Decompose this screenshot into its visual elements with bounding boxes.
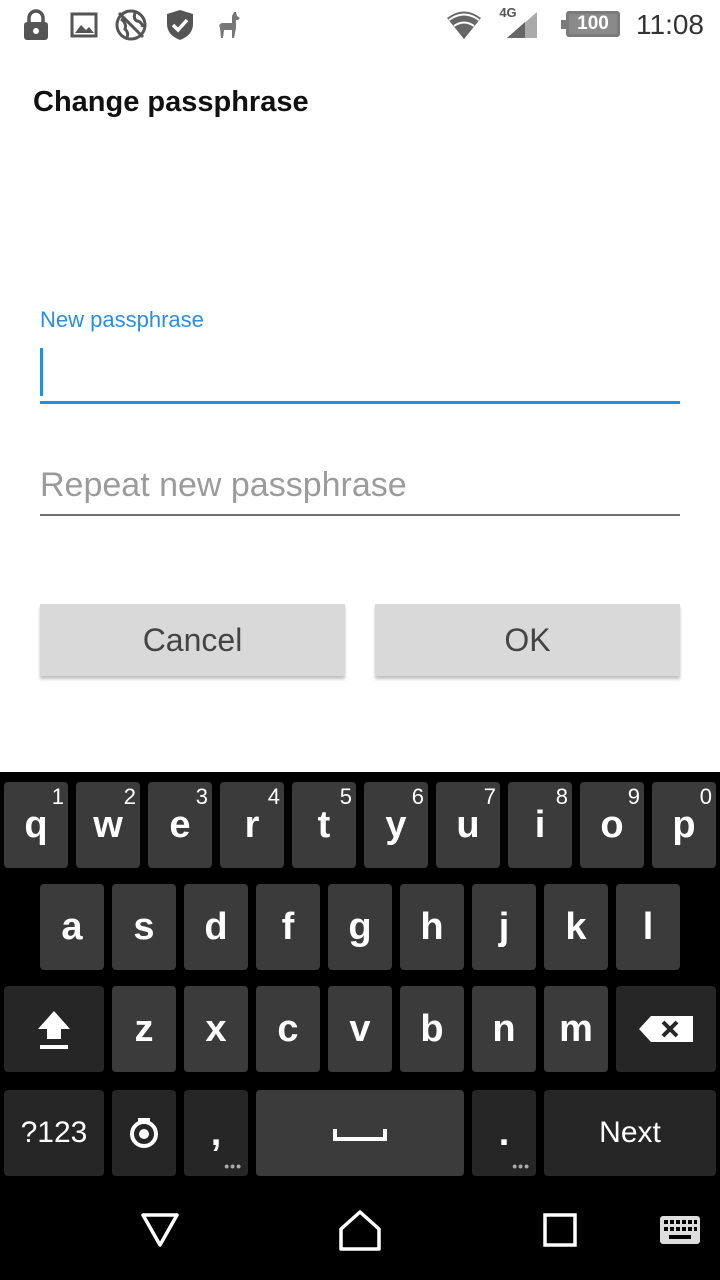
key-g[interactable]: g <box>328 884 392 970</box>
key-e[interactable]: e3 <box>148 782 212 868</box>
back-icon[interactable] <box>130 1200 190 1260</box>
new-passphrase-label: New passphrase <box>40 307 204 332</box>
key-hint: 4 <box>267 784 280 809</box>
key-label: o <box>600 803 624 846</box>
wifi-icon <box>444 8 484 42</box>
key-f[interactable]: f <box>256 884 320 970</box>
llama-icon <box>212 8 244 42</box>
backspace-key[interactable] <box>616 986 716 1072</box>
key-label: e <box>169 803 191 846</box>
key-hint: 7 <box>483 784 496 809</box>
key-label: p <box>672 803 696 846</box>
key-w[interactable]: w2 <box>76 782 140 868</box>
key-i[interactable]: i8 <box>508 782 572 868</box>
space-key[interactable] <box>256 1090 464 1176</box>
next-key[interactable]: Next <box>544 1090 716 1176</box>
ok-button[interactable]: OK <box>375 604 680 676</box>
key-b[interactable]: b <box>400 986 464 1072</box>
key-hint: 1 <box>51 784 64 809</box>
home-icon[interactable] <box>330 1200 390 1260</box>
key-c[interactable]: c <box>256 986 320 1072</box>
key-hint: 6 <box>411 784 424 809</box>
key-label: t <box>317 803 331 846</box>
key-label: , <box>210 1111 222 1154</box>
settings-key[interactable] <box>112 1090 176 1176</box>
key-hint: 3 <box>195 784 208 809</box>
key-r[interactable]: r4 <box>220 782 284 868</box>
new-passphrase-input[interactable] <box>40 346 680 404</box>
lock-icon <box>20 8 52 42</box>
recents-icon[interactable] <box>530 1200 590 1260</box>
key-hint: 9 <box>627 784 640 809</box>
shift-icon <box>38 1011 70 1049</box>
key-m[interactable]: m <box>544 986 608 1072</box>
text-cursor <box>40 348 43 396</box>
key-o[interactable]: o9 <box>580 782 644 868</box>
more-dots: ••• <box>224 1158 242 1174</box>
comma-key[interactable]: , ••• <box>184 1090 248 1176</box>
space-icon <box>333 1129 387 1141</box>
key-v[interactable]: v <box>328 986 392 1072</box>
settings-icon <box>130 1118 158 1148</box>
key-t[interactable]: t5 <box>292 782 356 868</box>
key-y[interactable]: y6 <box>364 782 428 868</box>
key-label: u <box>456 803 480 846</box>
key-hint: 0 <box>699 784 712 809</box>
shift-key[interactable] <box>4 986 104 1072</box>
more-dots: ••• <box>512 1158 530 1174</box>
key-x[interactable]: x <box>184 986 248 1072</box>
key-l[interactable]: l <box>616 884 680 970</box>
battery-icon: 100 <box>561 11 620 37</box>
globe-icon <box>114 8 148 42</box>
key-label: . <box>498 1111 510 1154</box>
soft-keyboard: q1 w2 e3 r4 t5 y6 u7 i8 o9 p0 a s d f g … <box>0 772 720 1180</box>
repeat-passphrase-field[interactable] <box>40 460 680 516</box>
keyboard-icon[interactable] <box>650 1200 710 1260</box>
cancel-button[interactable]: Cancel <box>40 604 345 676</box>
key-j[interactable]: j <box>472 884 536 970</box>
key-label: y <box>385 803 407 846</box>
key-hint: 8 <box>555 784 568 809</box>
key-label: q <box>24 803 48 846</box>
signal-icon <box>504 8 540 42</box>
key-u[interactable]: u7 <box>436 782 500 868</box>
key-label: w <box>93 803 123 846</box>
key-k[interactable]: k <box>544 884 608 970</box>
key-hint: 2 <box>123 784 136 809</box>
key-label: i <box>534 803 546 846</box>
key-label: r <box>244 803 260 846</box>
dialog-title: Change passphrase <box>33 86 309 118</box>
key-a[interactable]: a <box>40 884 104 970</box>
navigation-bar <box>0 1180 720 1280</box>
status-bar: 4G 100 11:08 <box>0 0 720 50</box>
clock: 11:08 <box>636 9 704 40</box>
key-p[interactable]: p0 <box>652 782 716 868</box>
key-q[interactable]: q1 <box>4 782 68 868</box>
backspace-icon <box>639 1016 693 1042</box>
key-hint: 5 <box>339 784 352 809</box>
key-z[interactable]: z <box>112 986 176 1072</box>
key-n[interactable]: n <box>472 986 536 1072</box>
key-h[interactable]: h <box>400 884 464 970</box>
symbols-key[interactable]: ?123 <box>4 1090 104 1176</box>
key-d[interactable]: d <box>184 884 248 970</box>
repeat-passphrase-input[interactable] <box>40 460 680 510</box>
image-icon <box>68 8 100 42</box>
period-key[interactable]: . ••• <box>472 1090 536 1176</box>
shield-check-icon <box>164 8 196 42</box>
key-s[interactable]: s <box>112 884 176 970</box>
